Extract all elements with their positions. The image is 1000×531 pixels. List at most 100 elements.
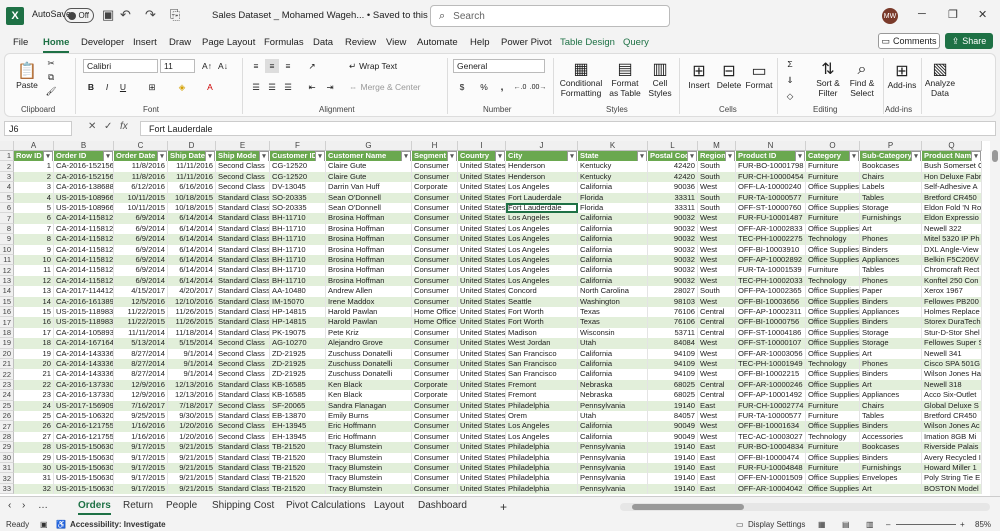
table-cell[interactable]: Second Class [216, 431, 270, 443]
table-cell[interactable]: Fort Lauderdale [506, 203, 578, 214]
table-cell[interactable]: US-2015-150630 [54, 442, 114, 453]
table-cell[interactable]: 12/5/2016 [114, 296, 168, 307]
table-cell[interactable]: Furniture [806, 161, 860, 172]
tab-data[interactable]: Data [313, 37, 333, 48]
table-cell[interactable]: 9/1/2014 [168, 359, 216, 370]
table-cell[interactable]: 6/9/2014 [114, 255, 168, 266]
table-cell[interactable]: BOSTON Model [922, 483, 982, 495]
table-cell[interactable]: TEC-AC-10003027 [736, 431, 806, 443]
table-cell[interactable]: 9/17/2015 [114, 463, 168, 474]
row-header[interactable]: 20 [0, 348, 14, 359]
table-cell[interactable]: Consumer [412, 431, 458, 443]
table-cell[interactable]: AA-10480 [270, 286, 326, 297]
table-cell[interactable]: Los Angeles [506, 275, 578, 287]
table-cell[interactable]: Chairs [860, 400, 922, 411]
table-cell[interactable]: Global Deluxe S [922, 400, 982, 411]
table-cell[interactable]: United States [458, 338, 506, 349]
table-cell[interactable]: 6/12/2016 [114, 182, 168, 193]
table-cell[interactable]: ZD-21925 [270, 359, 326, 370]
table-cell[interactable]: Furniture [806, 442, 860, 453]
table-cell[interactable]: 90032 [648, 213, 698, 224]
table-cell[interactable]: DV-13045 [270, 182, 326, 193]
table-cell[interactable]: ZD-21925 [270, 348, 326, 359]
table-cell[interactable]: 16 [14, 317, 54, 328]
table-cell[interactable]: Office Supplies [806, 483, 860, 495]
normal-view-icon[interactable]: ▦ [818, 520, 826, 529]
table-cell[interactable]: Consumer [412, 296, 458, 307]
analyze-data-button[interactable]: ▧ Analyze Data [923, 57, 957, 103]
table-cell[interactable]: Newell 341 [922, 348, 982, 359]
table-cell[interactable]: Los Angeles [506, 431, 578, 443]
table-cell[interactable]: AG-10270 [270, 338, 326, 349]
copy-icon[interactable]: ⧉ [45, 71, 57, 83]
table-cell[interactable]: Los Angeles [506, 182, 578, 193]
sheet-tab-people[interactable]: People [166, 500, 197, 511]
table-cell[interactable]: Phones [860, 234, 922, 245]
table-cell[interactable]: Los Angeles [506, 223, 578, 235]
table-cell[interactable]: 11/26/2015 [168, 307, 216, 318]
table-cell[interactable]: San Francisco [506, 369, 578, 380]
row-header[interactable]: 7 [0, 213, 14, 224]
table-cell[interactable]: Eric Hoffmann [326, 421, 412, 432]
table-cell[interactable]: Furnishings [860, 213, 922, 224]
table-cell[interactable]: Binders [860, 421, 922, 432]
table-cell[interactable]: Brosina Hoffman [326, 275, 412, 287]
table-cell[interactable]: Second Class [216, 400, 270, 411]
table-cell[interactable]: 84057 [648, 411, 698, 422]
row-header[interactable]: 3 [0, 171, 14, 183]
table-cell[interactable]: Second Class [216, 161, 270, 172]
table-cell[interactable]: US-2017-156909 [54, 400, 114, 411]
table-cell[interactable]: 9/1/2014 [168, 348, 216, 359]
table-cell[interactable]: FUR-CH-10002774 [736, 400, 806, 411]
search-box[interactable]: ⌕ Search [430, 5, 670, 27]
table-cell[interactable]: 9 [14, 244, 54, 255]
column-header[interactable]: C [114, 141, 168, 151]
table-cell[interactable]: Consumer [412, 483, 458, 495]
table-cell[interactable]: Office Supplies [806, 244, 860, 255]
table-cell[interactable]: Imation 8GB Mi [922, 431, 982, 443]
merge-center-button[interactable]: ⇔ Merge & Center [349, 80, 429, 94]
table-cell[interactable]: Standard Class [216, 483, 270, 495]
table-cell[interactable]: 19140 [648, 483, 698, 495]
table-cell[interactable]: Binders [860, 452, 922, 463]
vertical-scrollbar[interactable] [990, 141, 1000, 496]
table-cell[interactable]: 10/11/2015 [114, 203, 168, 214]
table-cell[interactable]: Central [698, 379, 736, 391]
table-cell[interactable]: TB-21520 [270, 463, 326, 474]
table-cell[interactable]: FUR-FU-10001487 [736, 213, 806, 224]
tab-power-pivot[interactable]: Power Pivot [501, 37, 552, 48]
tab-file[interactable]: File [13, 37, 28, 48]
table-cell[interactable]: Standard Class [216, 234, 270, 245]
table-cell[interactable]: Zuschuss Donatelli [326, 359, 412, 370]
table-cell[interactable]: Corporate [412, 390, 458, 401]
row-header[interactable]: 14 [0, 286, 14, 297]
table-cell[interactable]: 18 [14, 338, 54, 349]
table-cell[interactable]: CA-2016-161389 [54, 296, 114, 307]
row-header[interactable]: 9 [0, 234, 14, 245]
avatar[interactable]: MW [882, 8, 898, 24]
table-cell[interactable]: Los Angeles [506, 421, 578, 432]
table-cell[interactable]: TEC-PH-10002033 [736, 275, 806, 287]
comma-style-icon[interactable]: , [495, 80, 509, 94]
table-cell[interactable]: Office Supplies [806, 203, 860, 214]
table-cell[interactable]: Standard Class [216, 223, 270, 235]
table-cell[interactable]: North Carolina [578, 286, 648, 297]
tab-home[interactable]: Home [43, 37, 70, 53]
column-header[interactable]: P [860, 141, 922, 151]
table-cell[interactable]: Irene Maddox [326, 296, 412, 307]
table-cell[interactable]: Standard Class [216, 296, 270, 307]
table-cell[interactable]: Poly String Tie E [922, 473, 982, 484]
table-cell[interactable]: Tracy Blumstein [326, 452, 412, 463]
table-cell[interactable]: 6/16/2016 [168, 182, 216, 193]
table-cell[interactable]: CA-2014-143336 [54, 348, 114, 359]
table-cell[interactable]: 94109 [648, 359, 698, 370]
table-cell[interactable]: Technology [806, 234, 860, 245]
table-cell[interactable]: United States [458, 265, 506, 276]
table-cell[interactable]: CA-2014-167164 [54, 338, 114, 349]
table-cell[interactable]: 8 [14, 234, 54, 245]
table-cell[interactable]: 84084 [648, 338, 698, 349]
display-settings-button[interactable]: Display Settings [748, 520, 805, 529]
table-cell[interactable]: Claire Gute [326, 171, 412, 183]
table-cell[interactable]: 6/9/2014 [114, 223, 168, 235]
table-cell[interactable]: CA-2014-115812 [54, 275, 114, 287]
